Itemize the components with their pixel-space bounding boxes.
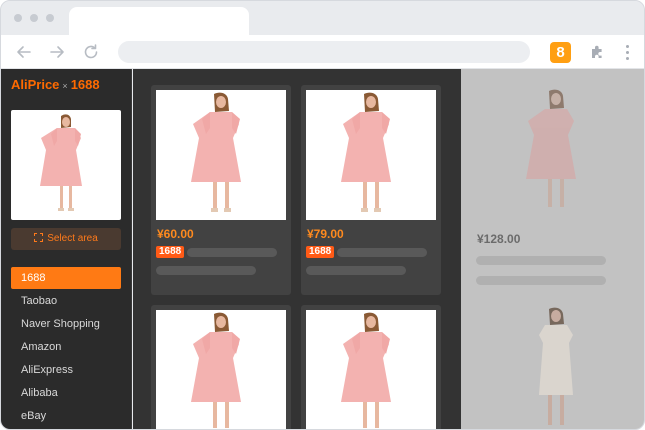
search-image-thumbnail [11,110,121,220]
reload-icon[interactable] [81,42,101,62]
pink-dress-icon [341,92,391,212]
back-arrow-icon[interactable] [14,42,34,62]
pink-dress-icon [191,92,241,212]
product-image[interactable] [156,310,286,429]
title-bar [1,1,644,36]
puzzle-icon[interactable] [589,43,607,61]
product-image[interactable] [306,90,436,220]
preview-price: ¥128.00 [477,232,521,246]
title-placeholder-bar [337,248,427,257]
platform-item-taobao[interactable]: Taobao [11,290,121,312]
product-image[interactable] [156,90,286,220]
platform-item-alibaba[interactable]: Alibaba [11,382,121,404]
product-price: ¥79.00 [307,227,344,241]
address-bar[interactable] [118,41,530,63]
preview-title-bar [476,256,606,265]
preview-product-image [501,87,611,217]
pink-dress-icon [191,312,241,428]
beige-dress-icon [539,307,573,425]
window-minimize-dot[interactable] [30,14,38,22]
platform-item-1688[interactable]: 1688 [11,267,121,289]
browser-toolbar: 8 [1,35,644,69]
product-card[interactable] [301,305,441,429]
crop-icon [34,233,44,242]
platform-tag: 1688 [306,246,335,258]
subtitle-placeholder-bar [306,266,406,275]
window-close-dot[interactable] [14,14,22,22]
pink-dress-icon [40,114,82,211]
forward-arrow-icon[interactable] [47,42,67,62]
product-card[interactable] [151,305,291,429]
product-card[interactable]: ¥79.00 1688 [301,85,441,295]
preview-subtitle-bar [476,276,606,285]
platform-list: 1688 Taobao Naver Shopping Amazon AliExp… [11,267,121,428]
aliprice-sidebar: AliPrice × 1688 Select area 1688 Taobao … [1,69,132,429]
kebab-menu-icon[interactable] [623,43,633,61]
page-preview-overlay: ¥128.00 [461,69,644,429]
product-card[interactable]: ¥60.00 1688 [151,85,291,295]
platform-item-amazon[interactable]: Amazon [11,336,121,358]
platform-item-naver-shopping[interactable]: Naver Shopping [11,313,121,335]
subtitle-placeholder-bar [156,266,256,275]
preview-second-image [501,305,611,429]
product-price: ¥60.00 [157,227,194,241]
browser-window: 8 AliPrice × 1688 Select area 1688 Taoba… [0,0,645,430]
results-grid: ¥60.00 1688 ¥79.00 1688 [133,69,461,429]
pink-dress-icon [526,89,576,207]
platform-item-ebay[interactable]: eBay [11,405,121,427]
aliprice-extension-button[interactable]: 8 [550,42,571,63]
brand-logo: AliPrice × 1688 [11,77,100,92]
title-placeholder-bar [187,248,277,257]
select-area-button[interactable]: Select area [11,228,121,250]
product-image[interactable] [306,310,436,429]
window-maximize-dot[interactable] [46,14,54,22]
pink-dress-icon [341,312,391,428]
platform-tag: 1688 [156,246,185,258]
platform-item-aliexpress[interactable]: AliExpress [11,359,121,381]
browser-tab[interactable] [69,7,249,36]
